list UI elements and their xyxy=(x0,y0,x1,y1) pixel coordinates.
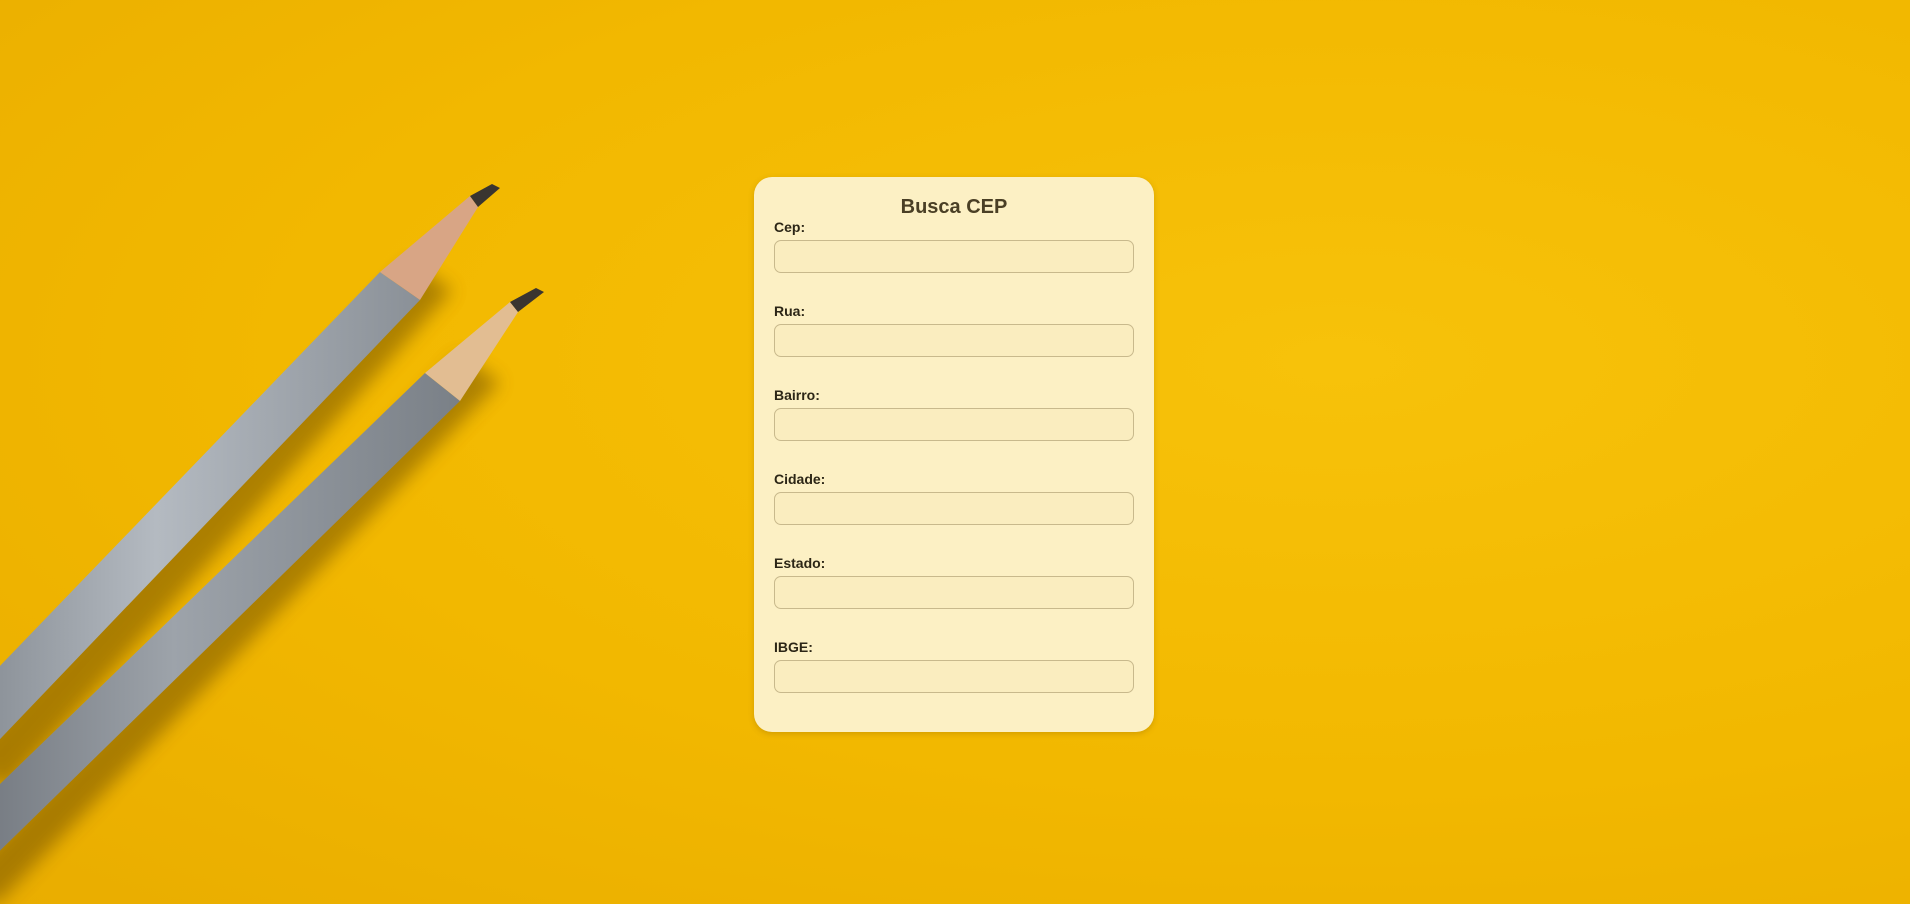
bairro-label: Bairro: xyxy=(774,387,820,403)
cidade-label: Cidade: xyxy=(774,471,826,487)
cidade-input[interactable] xyxy=(774,492,1134,525)
ibge-label: IBGE: xyxy=(774,639,813,655)
ibge-input[interactable] xyxy=(774,660,1134,693)
estado-input[interactable] xyxy=(774,576,1134,609)
estado-label: Estado: xyxy=(774,555,826,571)
cep-input[interactable] xyxy=(774,240,1134,273)
bairro-input[interactable] xyxy=(774,408,1134,441)
form-title: Busca CEP xyxy=(900,196,1008,218)
cep-search-card: Busca CEP Cep: Rua: Bairro: Cidade: Esta… xyxy=(754,177,1154,732)
rua-input[interactable] xyxy=(774,324,1134,357)
rua-label: Rua: xyxy=(774,303,806,319)
cep-label: Cep: xyxy=(774,219,806,235)
